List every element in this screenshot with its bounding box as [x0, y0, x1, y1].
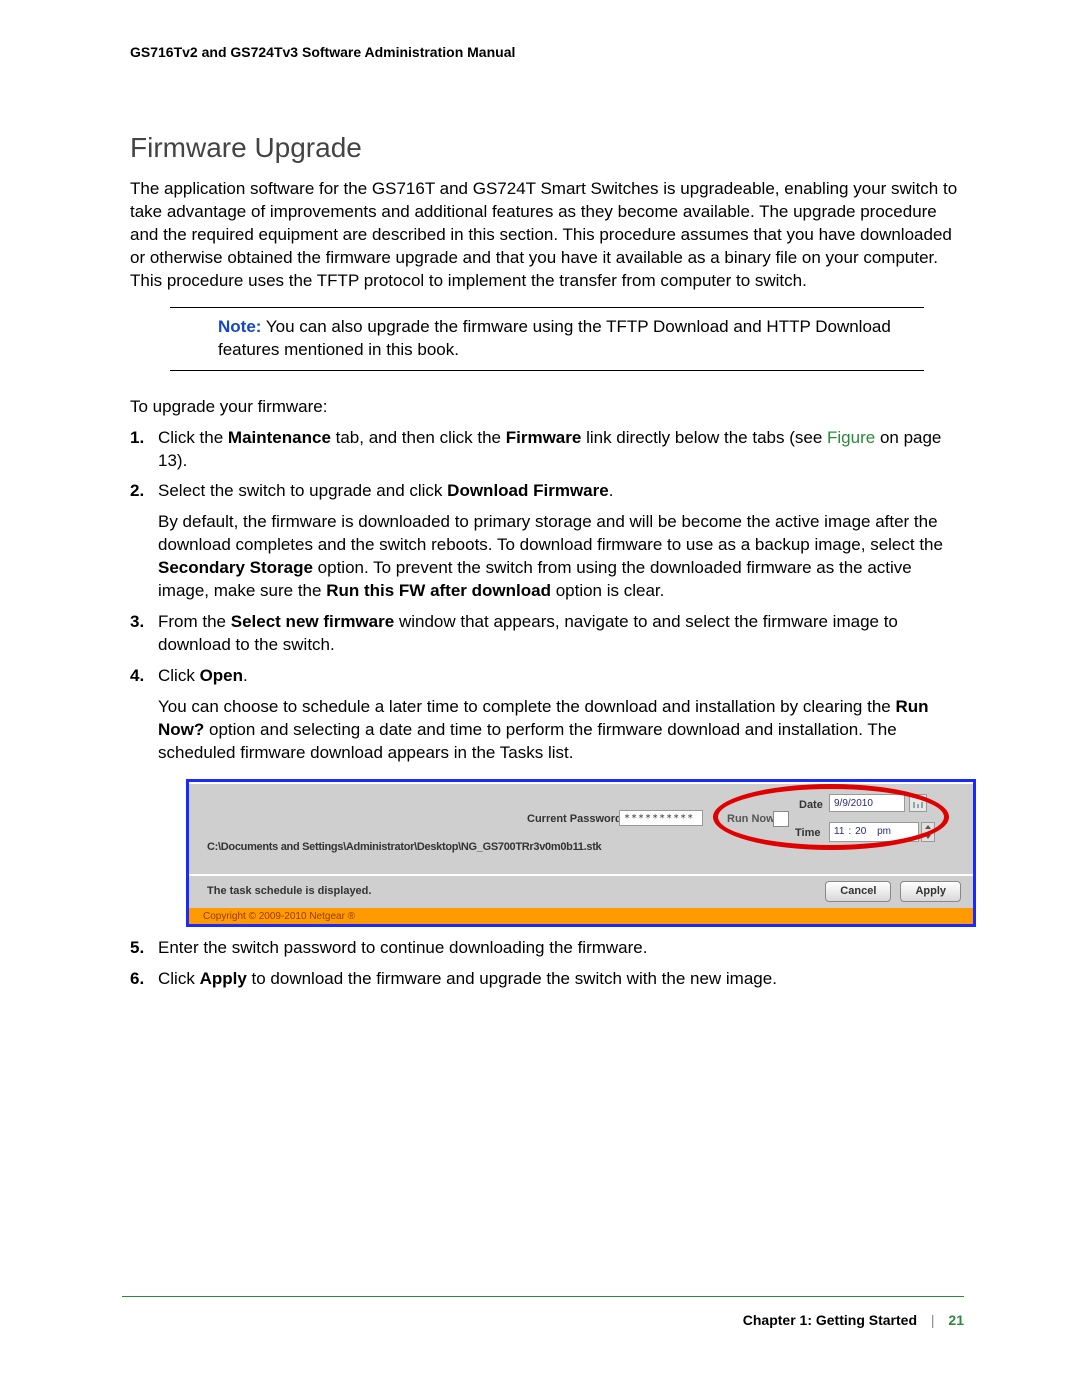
doc-header: GS716Tv2 and GS724Tv3 Software Administr… — [130, 44, 964, 60]
step-4-a: Click — [158, 666, 200, 685]
step-4-follow: You can choose to schedule a later time … — [158, 696, 964, 765]
step-5: Enter the switch password to continue do… — [130, 937, 964, 960]
page-footer: Chapter 1: Getting Started | 21 — [743, 1312, 964, 1328]
current-password-label: Current Password: — [527, 812, 625, 827]
figure-buttons: Cancel Apply — [819, 881, 961, 902]
figure-body: Current Password: ********** Run Now? C:… — [189, 788, 973, 874]
step-3: From the Select new firmware window that… — [130, 611, 964, 657]
step-6-apply: Apply — [200, 969, 247, 988]
current-password-input[interactable]: ********** — [619, 810, 703, 826]
footer-page-number: 21 — [948, 1312, 964, 1328]
figure-copyright: Copyright © 2009-2010 Netgear ® — [189, 908, 973, 924]
step-2f-a: By default, the firmware is downloaded t… — [158, 512, 943, 554]
step-2-text: Select the switch to upgrade and click — [158, 481, 447, 500]
steps-list: Click the Maintenance tab, and then clic… — [130, 427, 964, 991]
step-2-follow: By default, the firmware is downloaded t… — [158, 511, 964, 603]
intro-paragraph: The application software for the GS716T … — [130, 178, 964, 293]
note-label: Note: — [218, 317, 261, 336]
figure-status-bar: The task schedule is displayed. Cancel A… — [189, 874, 973, 908]
annotation-red-circle — [713, 784, 949, 850]
step-2: Select the switch to upgrade and click D… — [130, 480, 964, 603]
step-4-c: . — [243, 666, 248, 685]
step-1-text2: tab, and then click the — [331, 428, 506, 447]
step-4f-a: You can choose to schedule a later time … — [158, 697, 895, 716]
step-3-a: From the — [158, 612, 231, 631]
cancel-button[interactable]: Cancel — [825, 881, 891, 902]
step-1: Click the Maintenance tab, and then clic… — [130, 427, 964, 473]
step-2f-runfw: Run this FW after download — [326, 581, 551, 600]
note-rule-bottom — [170, 370, 924, 371]
step-3-select: Select new firmware — [231, 612, 394, 631]
step-6: Click Apply to download the firmware and… — [130, 968, 964, 991]
step-5-text: Enter the switch password to continue do… — [158, 938, 647, 957]
status-message: The task schedule is displayed. — [207, 884, 371, 899]
section-title: Firmware Upgrade — [130, 132, 964, 164]
footer-chapter: Chapter 1: Getting Started — [743, 1312, 917, 1328]
step-4-open: Open — [200, 666, 243, 685]
step-4: Click Open. You can choose to schedule a… — [130, 665, 964, 927]
step-2-dot: . — [609, 481, 614, 500]
step-1-maintenance: Maintenance — [228, 428, 331, 447]
step-2f-secondary: Secondary Storage — [158, 558, 313, 577]
step-1-firmware: Firmware — [506, 428, 582, 447]
note-text: You can also upgrade the firmware using … — [218, 317, 891, 359]
step-2f-e: option is clear. — [551, 581, 664, 600]
note-block: Note: You can also upgrade the firmware … — [170, 307, 924, 371]
procedure-intro: To upgrade your firmware: — [130, 397, 964, 417]
footer-separator: | — [931, 1312, 935, 1328]
page: GS716Tv2 and GS724Tv3 Software Administr… — [0, 0, 1080, 1397]
step-6-a: Click — [158, 969, 200, 988]
step-6-c: to download the firmware and upgrade the… — [247, 969, 777, 988]
note-content: Note: You can also upgrade the firmware … — [170, 308, 924, 370]
step-1-figure-link[interactable]: Figure — [827, 428, 880, 447]
step-1-text: Click the — [158, 428, 228, 447]
apply-button[interactable]: Apply — [900, 881, 961, 902]
step-1-text3: link directly below the tabs (see — [581, 428, 827, 447]
firmware-filepath: C:\Documents and Settings\Administrator\… — [207, 840, 601, 855]
footer-rule — [122, 1296, 964, 1297]
step-4f-c: option and selecting a date and time to … — [158, 720, 897, 762]
figure-firmware-schedule: Current Password: ********** Run Now? C:… — [186, 779, 976, 927]
step-2-download: Download Firmware — [447, 481, 609, 500]
